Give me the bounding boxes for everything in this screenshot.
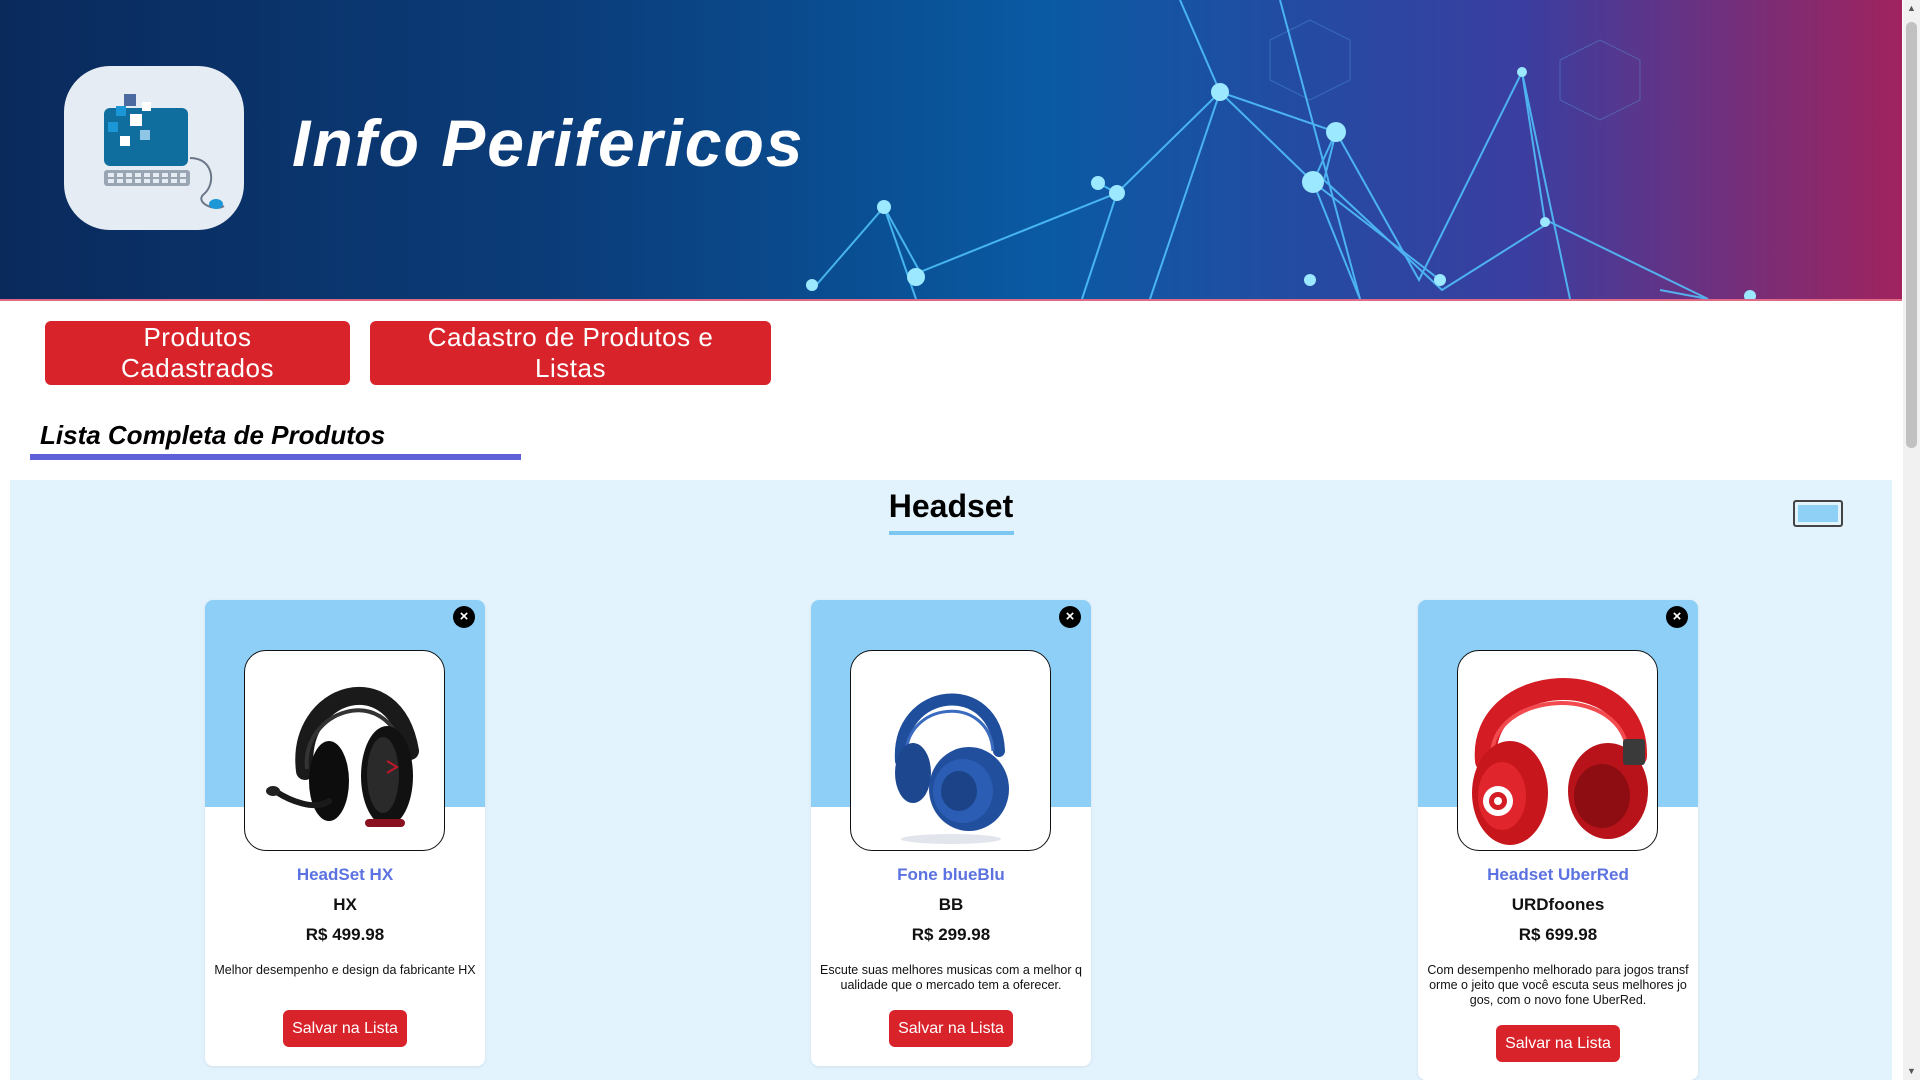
product-image [244,650,445,851]
register-products-lists-button[interactable]: Cadastro de Produtos e Listas [370,321,771,385]
scroll-up-arrow-icon[interactable]: ▲ [1903,0,1920,17]
product-image [850,650,1051,851]
category-toggle-button[interactable] [1793,500,1843,527]
save-to-list-button[interactable]: Salvar na Lista [889,1010,1013,1047]
remove-product-button[interactable]: × [1666,606,1688,628]
scroll-down-arrow-icon[interactable]: ▼ [1903,1063,1920,1080]
product-price: R$ 699.98 [1518,925,1598,944]
product-name: Headset UberRed [1487,865,1629,884]
product-brand: BB [938,895,964,914]
product-name: Fone blueBlu [897,865,1005,884]
product-price: R$ 499.98 [305,925,385,944]
site-logo[interactable] [64,66,244,230]
red-headphones-image [1472,678,1648,845]
product-description: Com desempenho melhorado para jogos tran… [1427,963,1689,1007]
remove-product-button[interactable]: × [1059,606,1081,628]
product-price: R$ 299.98 [911,925,991,944]
black-gaming-headset-image [266,686,419,827]
header-banner: Info Perifericos [0,0,1902,301]
product-description: Escute suas melhores musicas com a melho… [820,963,1082,992]
product-name: HeadSet HX [296,865,394,884]
product-image [1457,650,1658,851]
category-title: Headset [888,488,1014,524]
blue-headphones-image [894,693,1009,844]
category-panel: Headset × HeadSet HX HX R$ 499.98 Melhor… [10,480,1892,1080]
computer-keyboard-mouse-icon [104,94,225,209]
scrollbar-thumb[interactable] [1906,22,1917,448]
product-description: Melhor desempenho e design da fabricante… [214,963,476,977]
section-underline [30,454,521,460]
product-brand: HX [333,895,357,914]
save-to-list-button[interactable]: Salvar na Lista [1496,1025,1620,1062]
site-title: Info Perifericos [292,106,805,180]
product-card: × Fone blueBlu BB R$ 299.98 Escute suas … [811,600,1091,1066]
network-background-graphic [806,0,1756,299]
section-title: Lista Completa de Produtos [40,420,386,450]
product-brand: URDfoones [1511,895,1605,914]
category-underline [889,531,1014,535]
product-card: × Headset UberRed URDfoones R$ 699.98 Co… [1418,600,1698,1080]
product-card: × HeadSet HX HX R$ 499.98 Melhor desempe… [205,600,485,1066]
registered-products-button[interactable]: Produtos Cadastrados [45,321,350,385]
remove-product-button[interactable]: × [453,606,475,628]
page-scrollbar[interactable]: ▲ ▼ [1903,0,1920,1080]
save-to-list-button[interactable]: Salvar na Lista [283,1010,407,1047]
